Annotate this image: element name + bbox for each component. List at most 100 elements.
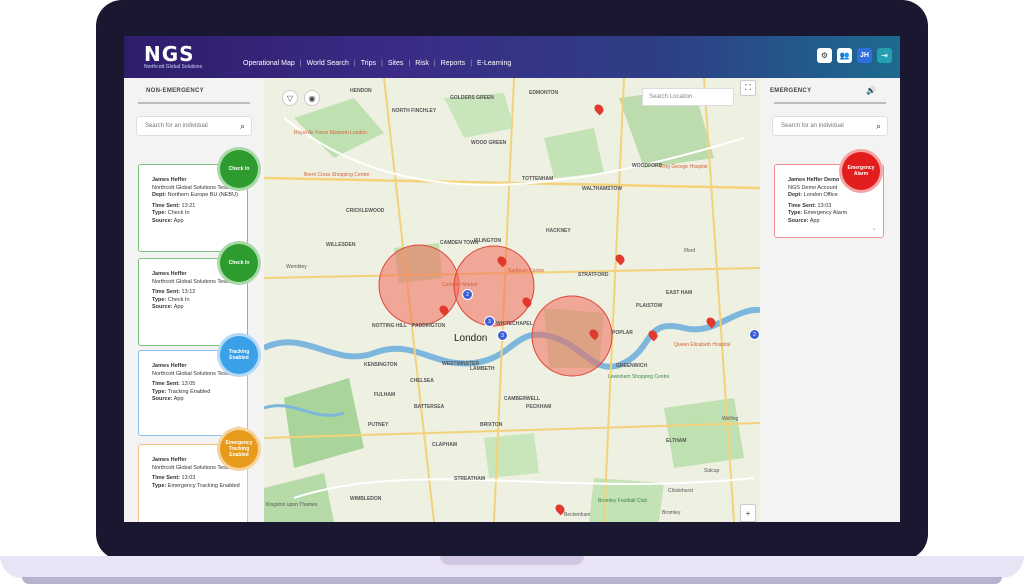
map-label: PECKHAM bbox=[526, 404, 552, 410]
source-label: Source: bbox=[788, 217, 809, 224]
divider bbox=[774, 102, 886, 104]
map-label: Welling bbox=[722, 416, 739, 422]
card-time: 13:03 bbox=[817, 202, 832, 209]
card-time: 13:12 bbox=[181, 289, 196, 296]
map-label: WALTHAMSTOW bbox=[582, 186, 623, 192]
logo-subtitle: Northcott Global Solutions bbox=[144, 64, 203, 70]
map-label: PUTNEY bbox=[368, 422, 389, 428]
cluster-marker[interactable]: 3 bbox=[484, 316, 495, 327]
sound-icon[interactable]: 🔊 bbox=[866, 86, 876, 95]
map-label: CAMDEN TOWN bbox=[440, 240, 479, 246]
map-label: KENSINGTON bbox=[364, 362, 398, 368]
operational-map[interactable]: 2 3 3 2 GOLDERS GREEN HENDON NORTH FINCH… bbox=[264, 78, 760, 522]
cluster-marker[interactable]: 2 bbox=[749, 329, 760, 340]
time-label: Time Sent: bbox=[152, 475, 181, 482]
map-label: ELTHAM bbox=[666, 438, 687, 444]
app-screen: NGS Northcott Global Solutions Operation… bbox=[124, 36, 900, 522]
status-badge: Tracking Enabled bbox=[220, 336, 258, 374]
main-nav: Operational Map | World Search | Trips | Si… bbox=[238, 60, 516, 67]
dept-label: Dept: bbox=[788, 192, 803, 199]
map-label: CAMBERWELL bbox=[504, 396, 541, 402]
map-label: WILLESDEN bbox=[326, 242, 356, 248]
map-label: HACKNEY bbox=[546, 228, 571, 234]
topbar-actions: ⚙ 👥 JH ⇥ bbox=[817, 48, 892, 63]
card-time: 13:03 bbox=[181, 475, 196, 482]
ngs-logo[interactable]: NGS Northcott Global Solutions bbox=[144, 42, 202, 70]
map-label: Brent Cross Shopping Centre bbox=[304, 172, 370, 178]
nav-sites[interactable]: Sites bbox=[383, 60, 409, 67]
type-label: Type: bbox=[152, 388, 167, 395]
laptop-base-shadow bbox=[22, 577, 1002, 584]
map-label: CHELSEA bbox=[410, 378, 434, 384]
gear-icon[interactable]: ⚙ bbox=[817, 48, 832, 63]
map-label: PADDINGTON bbox=[412, 323, 446, 329]
card-type: Check In bbox=[167, 210, 190, 217]
map-label: Beckenham bbox=[564, 512, 591, 518]
map-label: HENDON bbox=[350, 88, 372, 94]
map-label: PLAISTOW bbox=[636, 303, 663, 309]
location-search-input[interactable]: Search Location bbox=[642, 88, 734, 106]
map-label: King George Hospital bbox=[660, 164, 708, 170]
nav-operational-map[interactable]: Operational Map bbox=[238, 60, 300, 67]
search-icon[interactable]: ⌕ bbox=[876, 121, 881, 132]
search-icon[interactable]: ⌕ bbox=[240, 121, 245, 132]
user-avatar[interactable]: JH bbox=[857, 48, 872, 63]
map-label: Ilford bbox=[684, 248, 696, 254]
laptop-notch bbox=[440, 556, 584, 565]
card-time: 13:05 bbox=[181, 381, 196, 388]
exit-icon[interactable]: ⇥ bbox=[877, 48, 892, 63]
type-label: Type: bbox=[152, 296, 167, 303]
map-label: Sidcup bbox=[704, 468, 720, 474]
non-emergency-panel: NON-EMERGENCY Search for an individual ⌕… bbox=[124, 78, 264, 522]
type-label: Type: bbox=[152, 482, 167, 489]
source-label: Source: bbox=[152, 304, 173, 311]
map-label: ISLINGTON bbox=[474, 238, 502, 244]
search-placeholder: Search for an individual bbox=[781, 123, 844, 129]
location-search-placeholder: Search Location bbox=[649, 94, 693, 100]
nav-e-learning[interactable]: E-Learning bbox=[472, 60, 516, 67]
status-badge: Emergency Tracking Enabled bbox=[220, 430, 258, 468]
card-source: App bbox=[173, 217, 184, 224]
map-label: WHITECHAPEL bbox=[496, 321, 533, 327]
card-source: App bbox=[173, 304, 184, 311]
users-icon[interactable]: 👥 bbox=[837, 48, 852, 63]
map-label: CLAPHAM bbox=[432, 442, 457, 448]
map-label: LAMBETH bbox=[470, 366, 495, 372]
nav-risk[interactable]: Risk bbox=[410, 60, 434, 67]
map-label: Barbican Centre bbox=[508, 268, 545, 274]
status-badge: Emergency Alarm bbox=[842, 152, 880, 190]
cluster-marker[interactable]: 3 bbox=[497, 330, 508, 341]
source-label: Source: bbox=[152, 217, 173, 224]
map-label: Bromley Football Club bbox=[598, 498, 648, 504]
individual-search-input[interactable]: Search for an individual ⌕ bbox=[136, 116, 252, 136]
map-label: Kingston upon Thames bbox=[266, 502, 318, 508]
map-label: Wembley bbox=[286, 264, 307, 270]
nav-reports[interactable]: Reports bbox=[436, 60, 471, 67]
card-source: App bbox=[173, 396, 184, 403]
nav-trips[interactable]: Trips bbox=[356, 60, 381, 67]
status-badge: Check In bbox=[220, 150, 258, 188]
zoom-in-icon[interactable]: + bbox=[740, 504, 756, 522]
map-label: Lewisham Shopping Centre bbox=[608, 374, 670, 380]
map-label: POPLAR bbox=[612, 330, 633, 336]
top-navigation-bar: NGS Northcott Global Solutions Operation… bbox=[124, 36, 900, 78]
cluster-marker[interactable]: 2 bbox=[462, 289, 473, 300]
map-label: GOLDERS GREEN bbox=[450, 95, 494, 101]
map-label: Chislehurst bbox=[668, 488, 694, 494]
chevron-down-icon[interactable]: ⌄ bbox=[871, 224, 877, 234]
divider bbox=[138, 102, 250, 104]
source-label: Source: bbox=[152, 396, 173, 403]
map-label: Camden Market bbox=[442, 282, 478, 288]
card-dept: Northern Europe BU (NEBU) bbox=[167, 192, 238, 199]
nav-world-search[interactable]: World Search bbox=[302, 60, 354, 67]
map-label: FULHAM bbox=[374, 392, 396, 398]
card-type: Tracking Enabled bbox=[167, 388, 211, 395]
logo-mark: NGS bbox=[144, 42, 195, 66]
individual-search-input[interactable]: Search for an individual ⌕ bbox=[772, 116, 888, 136]
emergency-panel: EMERGENCY 🔊 Search for an individual ⌕ J… bbox=[760, 78, 900, 522]
map-label-city: London bbox=[454, 333, 488, 344]
user-location-icon[interactable]: ◉ bbox=[304, 90, 320, 106]
filter-icon[interactable]: ▽ bbox=[282, 90, 298, 106]
map-label: WIMBLEDON bbox=[350, 496, 382, 502]
fullscreen-icon[interactable]: ⛶ bbox=[740, 80, 756, 96]
